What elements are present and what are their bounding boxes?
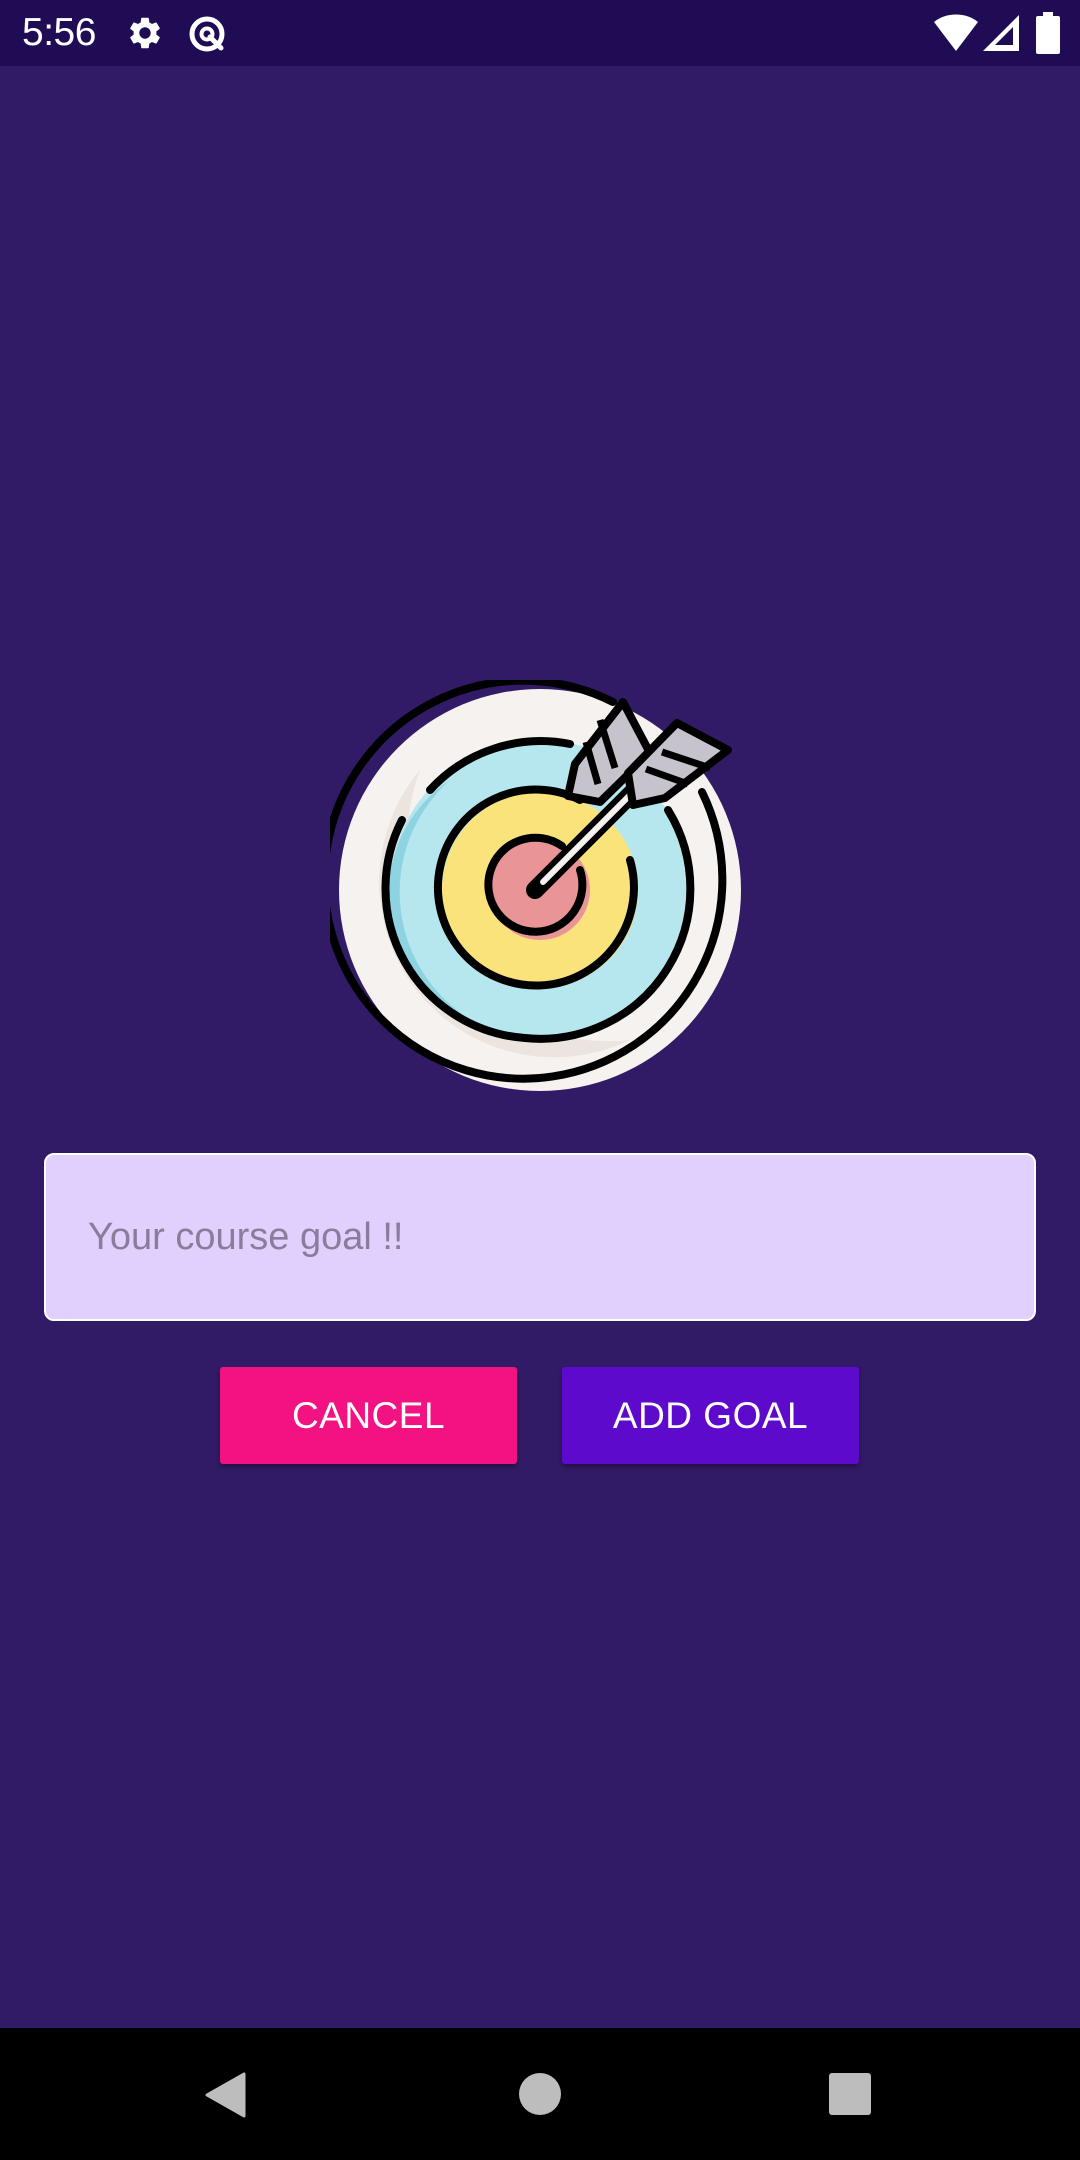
navigation-bar <box>0 2028 1080 2160</box>
data-saver-icon <box>189 16 225 52</box>
signal-icon <box>983 15 1019 51</box>
status-time: 5:56 <box>22 11 96 54</box>
course-goal-input[interactable] <box>44 1153 1036 1321</box>
home-icon[interactable] <box>518 2072 562 2116</box>
wifi-icon <box>934 14 978 51</box>
status-bar: 5:56 <box>0 0 1080 66</box>
add-goal-button[interactable]: ADD GOAL <box>562 1367 859 1464</box>
recents-icon[interactable] <box>829 2073 871 2115</box>
target-with-arrow-icon <box>330 680 741 1091</box>
settings-icon <box>130 17 160 49</box>
cancel-button[interactable]: CANCEL <box>220 1367 517 1464</box>
back-icon[interactable] <box>204 2072 246 2118</box>
battery-icon <box>1036 12 1060 54</box>
